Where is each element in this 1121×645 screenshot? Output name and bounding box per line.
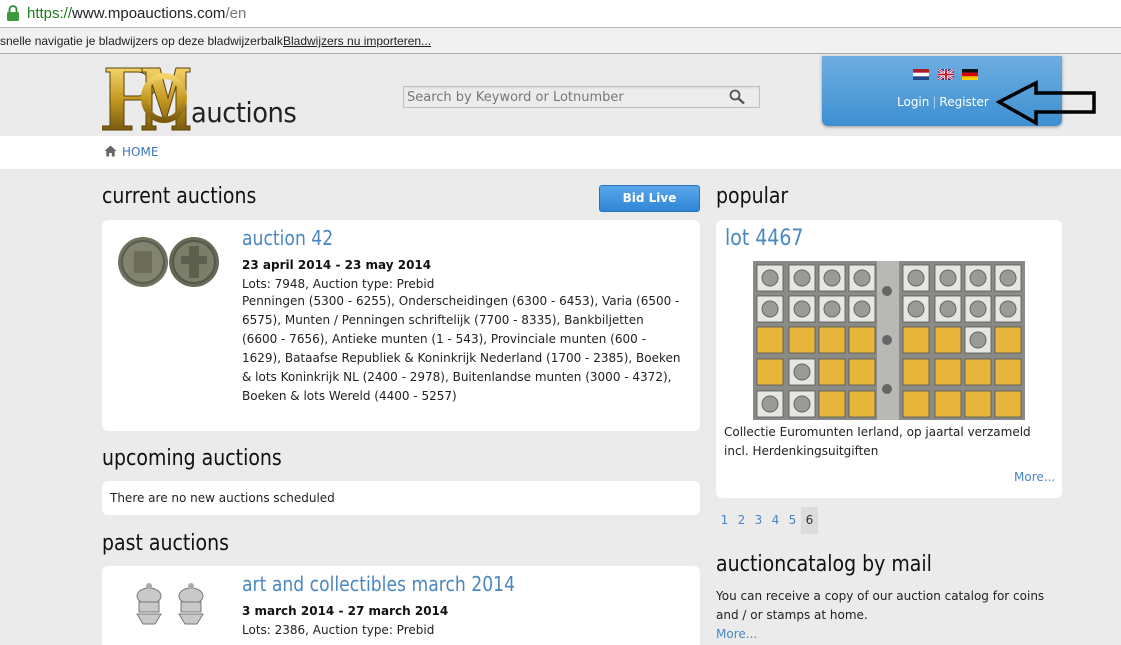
de-flag-icon[interactable] <box>962 69 978 80</box>
current-auctions-heading: current auctions <box>102 184 257 209</box>
catalog-heading: auctioncatalog by mail <box>716 552 932 577</box>
past-auction-card: art and collectibles march 2014 3 march … <box>102 566 700 645</box>
bid-live-button[interactable]: Bid Live <box>599 185 700 212</box>
search-input[interactable] <box>404 87 724 107</box>
url-text[interactable]: https://www.mpoauctions.com/en <box>27 5 246 22</box>
breadcrumb: HOME <box>0 136 1121 169</box>
upcoming-auctions-card: There are no new auctions scheduled <box>102 481 700 515</box>
import-bookmarks-link[interactable]: Bladwijzers nu importeren... <box>283 34 431 48</box>
coin-image[interactable] <box>117 234 222 290</box>
catalog-more-link[interactable]: More... <box>716 627 757 641</box>
bookmarks-hint: snelle navigatie je bladwijzers op deze … <box>0 34 287 48</box>
breadcrumb-home-link[interactable]: HOME <box>122 145 158 159</box>
home-icon[interactable] <box>104 145 117 157</box>
no-auctions-text: There are no new auctions scheduled <box>110 491 335 505</box>
lot-description: Collectie Euromunten Ierland, op jaartal… <box>724 425 1031 458</box>
login-links: Login | Register <box>897 95 989 109</box>
login-link[interactable]: Login <box>897 95 929 109</box>
popular-more-link[interactable]: More... <box>1014 470 1055 484</box>
nl-flag-icon[interactable] <box>913 69 929 80</box>
upcoming-auctions-heading: upcoming auctions <box>102 446 282 471</box>
page-link[interactable]: 6 <box>801 507 818 534</box>
uk-flag-icon[interactable] <box>938 69 954 80</box>
page-link[interactable]: 2 <box>733 507 750 534</box>
auction-description: Penningen (5300 - 6255), Onderscheidinge… <box>242 294 681 403</box>
register-link[interactable]: Register <box>939 95 988 109</box>
auction-meta: Lots: 7948, Auction type: Prebid <box>242 277 435 291</box>
page-link[interactable]: 5 <box>784 507 801 534</box>
search-box[interactable] <box>403 86 760 108</box>
past-auction-dates: 3 march 2014 - 27 march 2014 <box>242 604 449 618</box>
search-icon[interactable] <box>729 89 747 105</box>
past-auctions-heading: past auctions <box>102 531 229 556</box>
current-auction-card: auction 42 23 april 2014 - 23 may 2014 L… <box>102 220 700 431</box>
collectible-image[interactable] <box>127 580 213 632</box>
auction-title-link[interactable]: auction 42 <box>242 226 333 250</box>
bookmarks-bar: snelle navigatie je bladwijzers op deze … <box>0 28 1121 54</box>
lot-title-link[interactable]: lot 4467 <box>725 226 803 251</box>
lock-icon <box>7 5 19 21</box>
page-link[interactable]: 3 <box>750 507 767 534</box>
page-link[interactable]: 1 <box>716 507 733 534</box>
catalog-text: You can receive a copy of our auction ca… <box>716 589 1045 622</box>
annotation-arrow-icon <box>996 80 1096 126</box>
logo-text[interactable]: auctions <box>191 96 297 129</box>
url-path: /en <box>225 5 247 22</box>
url-scheme: https:// <box>27 5 73 22</box>
popular-heading: popular <box>716 184 789 209</box>
past-auction-title-link[interactable]: art and collectibles march 2014 <box>242 572 515 596</box>
address-bar[interactable]: https://www.mpoauctions.com/en <box>0 0 1121 28</box>
login-separator: | <box>932 95 937 109</box>
past-auction-meta: Lots: 2386, Auction type: Prebid <box>242 623 435 637</box>
url-host: www.mpoauctions.com <box>72 5 226 22</box>
page-link[interactable]: 4 <box>767 507 784 534</box>
lot-image[interactable] <box>753 261 1025 420</box>
auction-dates: 23 april 2014 - 23 may 2014 <box>242 258 432 272</box>
